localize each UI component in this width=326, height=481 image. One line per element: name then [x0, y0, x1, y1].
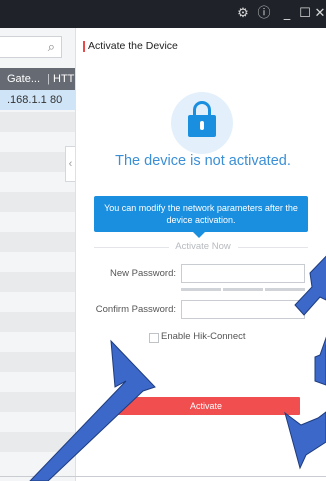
hik-connect-label[interactable]: Enable Hik-Connect: [161, 331, 246, 342]
info-tooltip: You can modify the network parameters af…: [94, 196, 308, 232]
column-header-http[interactable]: HTTP: [53, 68, 75, 90]
table-row-empty: [0, 232, 75, 252]
search-icon[interactable]: ⌕: [48, 39, 55, 55]
table-row-empty: [0, 112, 75, 132]
confirm-password-label: Confirm Password:: [95, 304, 176, 315]
table-row-empty: [0, 272, 75, 292]
table-row-empty: [0, 392, 75, 412]
table-row-empty: [0, 152, 75, 172]
bottom-border: [0, 476, 326, 477]
column-header-gateway[interactable]: Gate...: [7, 68, 40, 90]
search-input[interactable]: ⌕: [0, 36, 62, 58]
table-header: Gate... | HTTP: [0, 68, 75, 90]
activate-button[interactable]: Activate: [112, 397, 300, 415]
close-icon[interactable]: ✕: [309, 0, 326, 28]
table-row[interactable]: .168.1.1 80: [0, 90, 75, 110]
section-heading: Activate Now: [175, 241, 231, 252]
arrow-4: [284, 411, 326, 470]
cell-http: 80: [50, 94, 63, 106]
lock-icon-keyhole: [200, 121, 204, 130]
new-password-label: New Password:: [110, 268, 176, 279]
column-divider: |: [47, 73, 50, 85]
table-row-empty: [0, 312, 75, 332]
hik-connect-checkbox[interactable]: [149, 333, 159, 343]
arrow-3: [314, 336, 326, 386]
password-strength-bar: [181, 288, 221, 291]
collapse-panel-button[interactable]: ‹: [65, 146, 75, 182]
device-list-panel: ⌕ Gate... | HTTP .168.1.1 80: [0, 28, 75, 481]
activation-status: The device is not activated.: [115, 153, 291, 169]
panel-divider: [75, 28, 76, 481]
cell-gateway: .168.1.1: [7, 94, 47, 106]
table-row-empty: [0, 192, 75, 212]
confirm-password-field[interactable]: [181, 300, 305, 319]
table-row-empty: [0, 432, 75, 452]
tooltip-arrow: [193, 232, 205, 238]
password-strength-bar: [223, 288, 263, 291]
password-strength-bar: [265, 288, 305, 291]
panel-title: Activate the Device: [83, 40, 178, 52]
table-row-empty: [0, 352, 75, 372]
info-icon[interactable]: ⓘ: [253, 0, 275, 28]
new-password-field[interactable]: [181, 264, 305, 283]
gear-icon[interactable]: ⚙: [232, 0, 254, 28]
title-bar: ⚙ ⓘ _ ☐ ✕: [0, 0, 326, 28]
